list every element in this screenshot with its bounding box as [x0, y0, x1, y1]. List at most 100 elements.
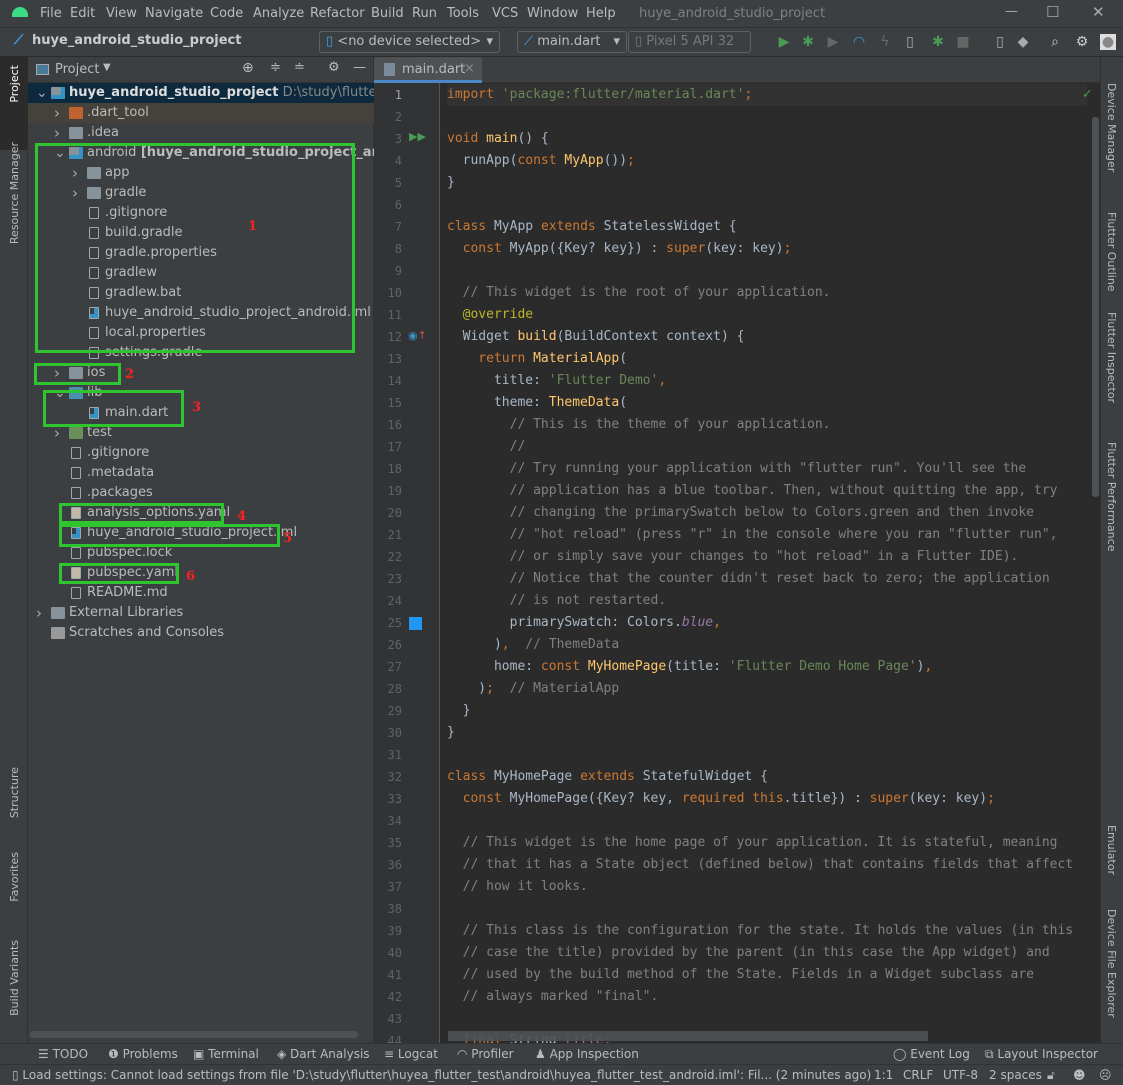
code-line[interactable]: import 'package:flutter/material.dart'; [447, 84, 1087, 106]
maximize-button[interactable]: ☐ [1046, 3, 1059, 21]
code-line[interactable]: void main() { [447, 128, 549, 150]
locate-icon[interactable]: ⊕ [242, 60, 254, 76]
code-editor[interactable]: main.dart × 1 2 3 4 5 6 7 8 9 10 11 12 13 14 15 16 17 18 1… [374, 57, 1100, 1048]
menu-file[interactable]: File [40, 6, 62, 21]
run-config-selector[interactable]: ⟋ main.dart ▾ [517, 31, 627, 53]
tree-item[interactable]: .metadata [28, 463, 374, 483]
run-icon[interactable]: ▶ [776, 34, 792, 50]
code-line[interactable]: // This class is the configuration for t… [447, 920, 1074, 942]
emulator-selector[interactable]: ▯ Pixel 5 API 32 [628, 31, 751, 53]
tool-todo[interactable]: ☰ TODO [38, 1047, 88, 1061]
chevron-down-icon[interactable]: ▼ [103, 62, 111, 73]
close-button[interactable]: ✕ [1092, 3, 1105, 21]
chevron-right-icon[interactable]: › [54, 123, 66, 143]
indent-setting[interactable]: 2 spaces [989, 1068, 1042, 1082]
code-line[interactable]: // "hot reload" (press "r" in the consol… [447, 524, 1058, 546]
code-line[interactable]: ); // MaterialApp [447, 678, 619, 700]
tree-item[interactable]: README.md [28, 583, 374, 603]
tree-item[interactable]: .packages [28, 483, 374, 503]
tool-event-log[interactable]: ◯ Event Log [893, 1047, 970, 1061]
chevron-right-icon[interactable]: › [36, 603, 48, 623]
code-line[interactable]: class MyApp extends StatelessWidget { [447, 216, 737, 238]
tool-problems[interactable]: ❶ Problems [108, 1047, 178, 1061]
tool-terminal[interactable]: ▣ Terminal [193, 1047, 259, 1061]
feedback-sad-icon[interactable]: ☹ [1099, 1068, 1112, 1082]
stop-icon[interactable]: ■ [955, 34, 971, 50]
code-line[interactable]: // changing the primarySwatch below to C… [447, 502, 1034, 524]
editor-vertical-scrollbar[interactable] [1092, 117, 1099, 497]
status-message[interactable]: ▯ Load settings: Cannot load settings fr… [12, 1068, 871, 1082]
code-line[interactable]: // used by the build method of the State… [447, 964, 1034, 986]
code-line[interactable]: // how it looks. [447, 876, 588, 898]
menu-build[interactable]: Build [371, 6, 404, 21]
menu-view[interactable]: View [106, 6, 137, 21]
gear-icon[interactable]: ⚙ [328, 60, 340, 75]
stripe-resource-manager[interactable]: Resource Manager [8, 142, 21, 244]
color-swatch-blue[interactable] [409, 617, 422, 630]
stripe-emulator[interactable]: Emulator [1105, 825, 1118, 875]
menu-help[interactable]: Help [586, 6, 616, 21]
tool-app-inspection[interactable]: ♟ App Inspection [535, 1047, 639, 1061]
minimize-button[interactable]: — [1005, 4, 1018, 19]
code-line[interactable]: theme: ThemeData( [447, 392, 627, 414]
collapse-all-icon[interactable]: ≐ [294, 60, 305, 75]
code-line[interactable]: runApp(const MyApp()); [447, 150, 635, 172]
avatar[interactable]: ● [1100, 34, 1116, 50]
device-manager-icon[interactable]: ▯ [992, 34, 1008, 50]
debug-icon[interactable]: ✱ [800, 34, 816, 50]
code-line[interactable]: const MyApp({Key? key}) : super(key: key… [447, 238, 792, 260]
search-icon[interactable]: ⌕ [1047, 34, 1063, 50]
profile-icon[interactable]: ◠ [851, 34, 867, 50]
stripe-favorites[interactable]: Favorites [8, 852, 21, 902]
tree-item[interactable]: › .idea [28, 123, 374, 143]
stripe-flutter-inspector[interactable]: Flutter Inspector [1105, 312, 1118, 403]
code-line[interactable]: home: const MyHomePage(title: 'Flutter D… [447, 656, 932, 678]
hide-icon[interactable]: — [353, 60, 366, 75]
code-line[interactable]: primarySwatch: Colors.blue, [447, 612, 721, 634]
code-line[interactable]: Widget build(BuildContext context) { [447, 326, 745, 348]
stripe-structure[interactable]: Structure [8, 767, 21, 818]
project-breadcrumb[interactable]: huye_android_studio_project [32, 33, 241, 48]
expand-all-icon[interactable]: ≑ [270, 60, 281, 75]
menu-run[interactable]: Run [412, 6, 437, 21]
tree-item[interactable]: › External Libraries [28, 603, 374, 623]
tab-main-dart[interactable]: main.dart × [374, 57, 482, 83]
menu-analyze[interactable]: Analyze [253, 6, 304, 21]
menu-tools[interactable]: Tools [447, 6, 479, 21]
code-line[interactable]: // case the title) provided by the paren… [447, 942, 1050, 964]
run-gutter-icon[interactable]: ▶▶ [409, 130, 426, 143]
code-line[interactable]: title: 'Flutter Demo', [447, 370, 666, 392]
tool-layout-inspector[interactable]: ⧉ Layout Inspector [985, 1047, 1098, 1062]
horizontal-scrollbar[interactable] [30, 1031, 358, 1038]
stripe-flutter-performance[interactable]: Flutter Performance [1105, 442, 1118, 551]
code-line[interactable]: class MyHomePage extends StatefulWidget … [447, 766, 768, 788]
code-line[interactable]: } [447, 722, 455, 744]
file-encoding[interactable]: UTF-8 [943, 1068, 978, 1082]
project-view-selector[interactable]: Project [55, 62, 99, 77]
menu-refactor[interactable]: Refactor [310, 6, 365, 21]
code-line[interactable]: } [447, 172, 455, 194]
lock-icon[interactable]: 🔓︎ [1047, 1068, 1055, 1083]
code-line[interactable]: // This widget is the home page of your … [447, 832, 1058, 854]
code-line[interactable]: // Notice that the counter didn't reset … [447, 568, 1050, 590]
code-line[interactable]: // application has a blue toolbar. Then,… [447, 480, 1058, 502]
close-tab-icon[interactable]: × [464, 61, 475, 76]
line-separator[interactable]: CRLF [903, 1068, 933, 1082]
code-line[interactable]: // This is the theme of your application… [447, 414, 831, 436]
code-line[interactable]: // [447, 436, 526, 458]
caret-position[interactable]: 1:1 [874, 1068, 893, 1082]
editor-horizontal-scrollbar[interactable] [448, 1031, 928, 1041]
stripe-flutter-outline[interactable]: Flutter Outline [1105, 212, 1118, 292]
override-gutter-icon[interactable]: ◉↑ [408, 329, 427, 342]
menu-window[interactable]: Window [527, 6, 578, 21]
apply-changes-icon[interactable]: ▯ [902, 34, 918, 50]
tree-item[interactable]: .gitignore [28, 443, 374, 463]
code-line[interactable]: return MaterialApp( [447, 348, 627, 370]
code-line[interactable]: // is not restarted. [447, 590, 667, 612]
hot-reload-icon[interactable]: ϟ [877, 34, 893, 50]
stripe-build-variants[interactable]: Build Variants [8, 940, 21, 1016]
sdk-manager-icon[interactable]: ◆ [1015, 34, 1031, 50]
tree-item[interactable]: ⌄ huye_android_studio_project D:\study\fl… [28, 83, 425, 103]
device-selector[interactable]: ▯ <no device selected> ▾ [319, 31, 500, 53]
code-line[interactable]: const MyHomePage({Key? key, required thi… [447, 788, 995, 810]
